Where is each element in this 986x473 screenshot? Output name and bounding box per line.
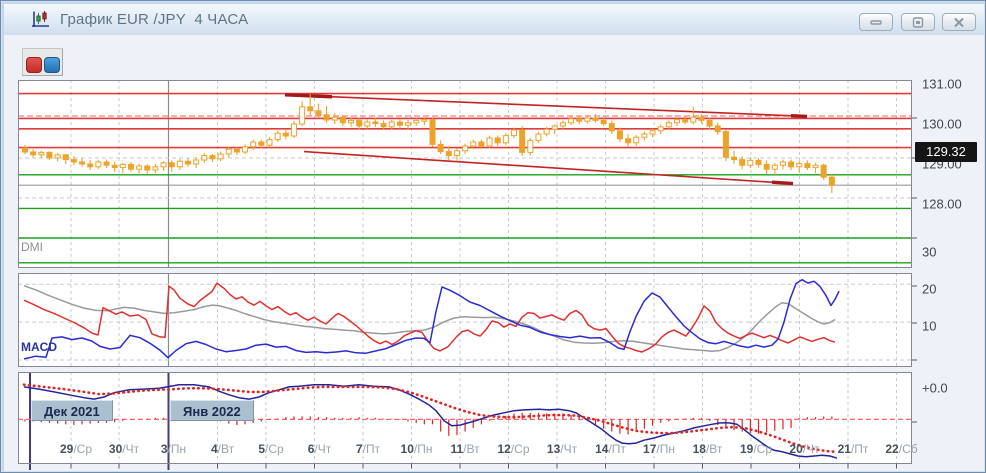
date-label: 6/Чт: [308, 442, 332, 456]
macd-scale-label: +0.0: [922, 381, 948, 396]
window-title: График EUR /JPY 4 ЧАСА: [60, 11, 248, 28]
minimize-button[interactable]: [859, 13, 893, 31]
current-price-badge: 129.32: [915, 142, 977, 162]
price-scale-label: 128.00: [922, 197, 962, 212]
date-label: 19/Ср: [740, 442, 772, 456]
macd-pane-label: MACD: [21, 340, 57, 354]
candlestick-chart-icon: [31, 10, 51, 30]
price-scale-label: 131.00: [922, 77, 962, 92]
dmi-pane-label: DMI: [21, 240, 43, 254]
date-label: 5/Ср: [258, 442, 283, 456]
date-label: 17/Пн: [643, 442, 675, 456]
date-label: 12/Ср: [497, 442, 529, 456]
month-box-jan: Янв 2022: [170, 400, 254, 421]
dmi-scale-label: 20: [922, 282, 936, 297]
chart-client-area: 131.00130.00129.00128.00302010+0.0 DMI M…: [4, 35, 984, 471]
date-label: 7/Пт: [356, 442, 380, 456]
sell-red-button[interactable]: [26, 57, 42, 73]
date-label: 11/Вт: [450, 442, 479, 456]
date-label: 4/Вт: [211, 442, 234, 456]
chart-canvas[interactable]: [18, 80, 918, 473]
close-button[interactable]: [942, 13, 976, 31]
buy-blue-button[interactable]: [44, 57, 60, 73]
date-label: 20/Чт: [789, 442, 819, 456]
restore-button[interactable]: [901, 13, 935, 31]
quick-trade-toolbar: [22, 48, 63, 76]
title-bar[interactable]: График EUR /JPY 4 ЧАСА: [4, 4, 984, 36]
date-label: 3/Пн: [161, 442, 186, 456]
close-icon: [952, 17, 966, 28]
dmi-scale-label: 10: [922, 319, 936, 334]
minimize-icon: [869, 17, 883, 28]
dmi-scale-label: 30: [922, 245, 936, 260]
month-box-dec: Дек 2021: [31, 400, 113, 421]
price-scale-label: 130.00: [922, 117, 962, 132]
date-label: 13/Чт: [547, 442, 577, 456]
chart-window: График EUR /JPY 4 ЧАСА 131.00130.00129.0: [0, 0, 986, 473]
restore-icon: [911, 17, 925, 28]
date-label: 10/Пн: [401, 442, 433, 456]
date-label: 21/Пт: [838, 442, 869, 456]
date-label: 30/Чт: [109, 442, 139, 456]
date-label: 29/Ср: [60, 442, 92, 456]
date-label: 18/Вт: [693, 442, 723, 456]
date-label: 22/Сб: [885, 442, 917, 456]
date-label: 14/Пт: [595, 442, 626, 456]
